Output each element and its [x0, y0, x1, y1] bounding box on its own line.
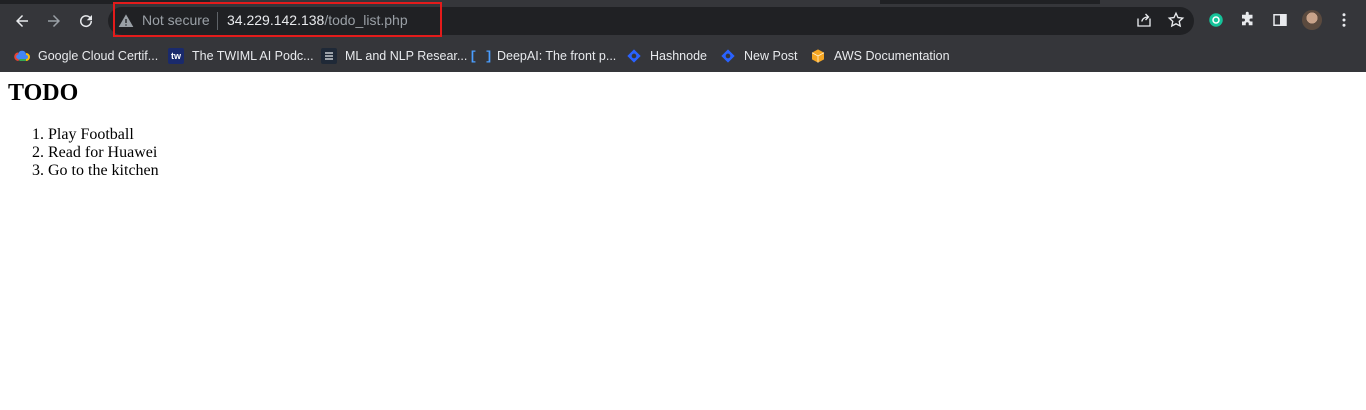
- puzzle-icon: [1242, 11, 1253, 26]
- bookmark-label: Hashnode: [650, 49, 707, 63]
- back-arrow-icon: [16, 15, 28, 27]
- bookmark-label: DeepAI: The front p...: [497, 49, 617, 63]
- side-panel-icon: [1273, 14, 1287, 26]
- bookmark-new-post[interactable]: New Post: [720, 45, 798, 67]
- url-highlight-box: [113, 2, 442, 37]
- reload-icon: [80, 15, 93, 28]
- bookmark-label: The TWIML AI Podc...: [192, 49, 314, 63]
- hashnode-icon: [626, 48, 642, 64]
- todo-item: Play Football: [48, 126, 159, 144]
- share-button[interactable]: [1134, 10, 1154, 30]
- page-title: TODO: [8, 80, 79, 106]
- bookmark-twiml[interactable]: tw The TWIML AI Podc...: [168, 45, 314, 67]
- bookmark-hashnode[interactable]: Hashnode: [626, 45, 707, 67]
- share-icon: [1137, 13, 1151, 27]
- twiml-icon: tw: [168, 48, 184, 64]
- bookmark-aws-documentation[interactable]: AWS Documentation: [810, 45, 950, 67]
- aws-icon: [810, 48, 826, 64]
- inactive-tab-edge[interactable]: [1100, 0, 1366, 4]
- google-cloud-icon: [14, 48, 30, 64]
- profile-avatar[interactable]: [1302, 10, 1322, 30]
- browser-chrome: Not secure 34.229.142.138/todo_list.php: [0, 0, 1366, 72]
- back-button[interactable]: [9, 8, 35, 34]
- side-panel-button[interactable]: [1270, 10, 1290, 30]
- forward-arrow-icon: [48, 15, 60, 27]
- todo-item: Read for Huawei: [48, 144, 159, 162]
- deepai-icon: [ ]: [469, 48, 493, 64]
- reload-button[interactable]: [73, 8, 99, 34]
- bookmark-ml-nlp[interactable]: ML and NLP Resear...: [321, 45, 467, 67]
- todo-list: Play Football Read for Huawei Go to the …: [8, 126, 159, 180]
- bookmarks-bar: Google Cloud Certif... tw The TWIML AI P…: [0, 40, 1366, 72]
- star-icon: [1167, 11, 1185, 28]
- kebab-menu-icon: [1342, 13, 1346, 27]
- bookmark-star-button[interactable]: [1166, 10, 1186, 30]
- grammarly-icon: [1209, 13, 1223, 27]
- extensions-button[interactable]: [1238, 10, 1258, 30]
- bookmark-label: AWS Documentation: [834, 49, 950, 63]
- bookmark-label: Google Cloud Certif...: [38, 49, 159, 63]
- hashnode-icon: [720, 48, 736, 64]
- bookmark-label: ML and NLP Resear...: [345, 49, 468, 63]
- grammarly-extension-button[interactable]: [1206, 10, 1226, 30]
- bookmark-deepai[interactable]: [ ] DeepAI: The front p...: [469, 45, 617, 67]
- todo-item: Go to the kitchen: [48, 162, 159, 180]
- ml-nlp-icon: [321, 48, 337, 64]
- bookmark-google-cloud[interactable]: Google Cloud Certif...: [14, 45, 158, 67]
- bookmark-label: New Post: [744, 49, 798, 63]
- forward-button[interactable]: [41, 8, 67, 34]
- menu-button[interactable]: [1334, 10, 1354, 30]
- page-content: TODO Play Football Read for Huawei Go to…: [0, 72, 1366, 410]
- browser-toolbar: Not secure 34.229.142.138/todo_list.php: [0, 0, 1366, 40]
